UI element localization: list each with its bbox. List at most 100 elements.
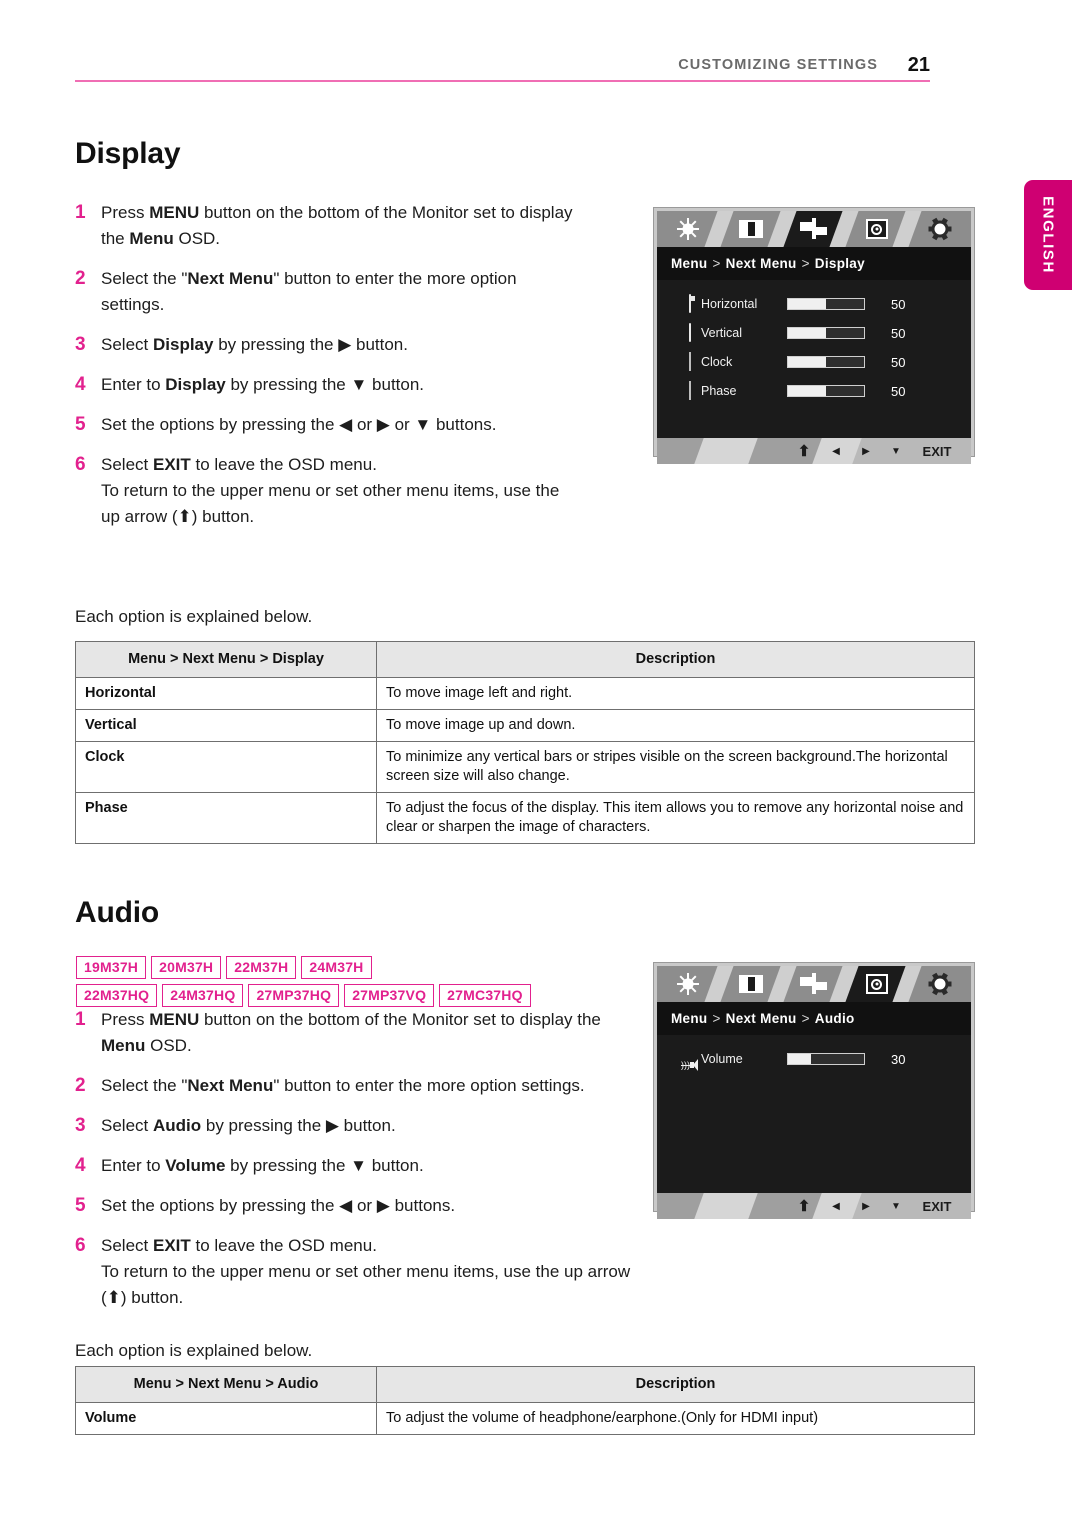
model-badge: 19M37H xyxy=(76,956,147,979)
osd-body: Horizontal 50 Vertical 50 Clock 50 Phase 50 xyxy=(657,280,971,438)
header-section-title: CUSTOMIZING SETTINGS xyxy=(678,57,878,73)
page-number: 21 xyxy=(907,54,930,76)
table-column-header: Menu > Next Menu > Display xyxy=(75,641,377,678)
osd-row-icon-wrap xyxy=(679,294,701,313)
osd-setting-row[interactable]: Vertical 50 xyxy=(657,321,971,345)
model-badge-row: 19M37H 20M37H 22M37H 24M37H xyxy=(76,956,531,979)
osd-slider-fill xyxy=(788,386,826,396)
step-number: 5 xyxy=(75,414,86,435)
step-text: Press MENU button on the bottom of the M… xyxy=(101,1010,601,1055)
table-cell-option: Clock xyxy=(75,741,377,793)
osd-down-button[interactable]: ▼ xyxy=(881,1201,911,1212)
osd-up-button[interactable]: ⬆ xyxy=(787,442,821,460)
contrast-icon xyxy=(739,975,764,993)
model-badge: 20M37H xyxy=(151,956,222,979)
osd-row-icon-wrap xyxy=(679,381,701,400)
step-number: 2 xyxy=(75,1075,86,1096)
audio-disc-icon xyxy=(865,974,888,994)
step-number: 6 xyxy=(75,1235,86,1256)
table-cell-description: To move image left and right. xyxy=(376,677,975,710)
table-cell-description: To minimize any vertical bars or stripes… xyxy=(376,741,975,793)
model-badge: 24M37H xyxy=(301,956,372,979)
osd-slider-track[interactable] xyxy=(787,356,865,368)
osd-row-label: Horizontal xyxy=(701,297,758,311)
osd-slider-fill xyxy=(788,328,826,338)
language-tab-english: ENGLISH xyxy=(1024,180,1072,290)
step-item: 6 Select EXIT to leave the OSD menu. To re… xyxy=(75,1233,635,1311)
model-badge: 27MC37HQ xyxy=(439,984,531,1007)
manual-page: CUSTOMIZING SETTINGS 21 ENGLISH Display … xyxy=(0,0,1080,1524)
step-item: 4 Enter to Volume by pressing the ▼ butto… xyxy=(75,1153,635,1179)
step-item: 1 Press MENU button on the bottom of the … xyxy=(75,200,575,252)
osd-slider-track[interactable] xyxy=(787,385,865,397)
header-rule xyxy=(75,80,930,82)
step-text: Enter to Volume by pressing the ▼ button… xyxy=(101,1156,424,1175)
step-item: 4 Enter to Display by pressing the ▼ butt… xyxy=(75,372,575,398)
osd-row-label: Phase xyxy=(701,384,737,398)
osd-tab-bar xyxy=(657,966,971,1002)
model-badge: 22M37HQ xyxy=(76,984,158,1007)
step-item: 2 Select the "Next Menu" button to enter … xyxy=(75,1073,635,1099)
osd-slider-track[interactable] xyxy=(787,327,865,339)
osd-setting-row[interactable]: Phase 50 xyxy=(657,379,971,403)
osd-setting-row[interactable]: Horizontal 50 xyxy=(657,292,971,316)
display-icon xyxy=(799,218,827,239)
osd-nav-buttons: ⬆ ◀ ▶ ▼ EXIT xyxy=(787,438,963,464)
breadcrumb-separator: > xyxy=(801,1011,810,1026)
osd-right-button[interactable]: ▶ xyxy=(851,446,881,457)
step-number: 3 xyxy=(75,1115,86,1136)
audio-osd-panel: Menu > Next Menu > Audio))) Volume 30 ⬆ ◀ ▶ ▼ EXIT xyxy=(653,962,975,1219)
osd-left-button[interactable]: ◀ xyxy=(821,446,851,457)
step-number: 2 xyxy=(75,268,86,289)
osd-row-label: Clock xyxy=(701,355,733,369)
table-cell-option: Horizontal xyxy=(75,677,377,710)
osd-tab-brightness[interactable] xyxy=(657,211,734,247)
table-column-header: Description xyxy=(376,1366,975,1403)
step-text: Select Display by pressing the ▶ button. xyxy=(101,335,408,354)
display-section-heading: Display xyxy=(75,137,181,170)
step-number: 1 xyxy=(75,202,86,223)
osd-left-button[interactable]: ◀ xyxy=(821,1201,851,1212)
step-text: Select EXIT to leave the OSD menu. To ret… xyxy=(101,455,560,526)
horizontal-icon xyxy=(689,294,691,313)
page-header: CUSTOMIZING SETTINGS 21 xyxy=(75,42,930,82)
osd-slider-track[interactable] xyxy=(787,298,865,310)
model-badge-group: 19M37H 20M37H 22M37H 24M37H 22M37HQ 24M37HQ 27… xyxy=(76,956,531,1012)
step-text: Set the options by pressing the ◀ or ▶ o… xyxy=(101,415,497,434)
osd-row-value: 50 xyxy=(891,325,906,341)
step-text: Select the "Next Menu" button to enter t… xyxy=(101,269,517,314)
osd-tab-brightness[interactable] xyxy=(657,966,734,1002)
language-tab-label: ENGLISH xyxy=(1039,196,1057,274)
step-item: 5 Set the options by pressing the ◀ or ▶ … xyxy=(75,1193,635,1219)
osd-slider-fill xyxy=(788,1054,811,1064)
breadcrumb-item: Menu xyxy=(671,256,708,271)
table-column-header: Description xyxy=(376,641,975,678)
table-row: Phase To adjust the focus of the display.… xyxy=(75,792,975,844)
osd-right-button[interactable]: ▶ xyxy=(851,1201,881,1212)
osd-up-button[interactable]: ⬆ xyxy=(787,1197,821,1215)
phase-icon xyxy=(689,381,691,400)
breadcrumb-item: Display xyxy=(814,256,865,271)
step-number: 6 xyxy=(75,454,86,475)
osd-row-label: Vertical xyxy=(701,326,742,340)
table-cell-option: Vertical xyxy=(75,709,377,742)
osd-exit-button[interactable]: EXIT xyxy=(911,444,963,459)
osd-row-value: 30 xyxy=(891,1051,906,1067)
display-icon xyxy=(799,973,827,994)
osd-tab-bar xyxy=(657,211,971,247)
osd-slider-track[interactable] xyxy=(787,1053,865,1065)
osd-breadcrumb: Menu > Next Menu > Display xyxy=(657,247,971,280)
osd-exit-button[interactable]: EXIT xyxy=(911,1199,963,1214)
table-column-header: Menu > Next Menu > Audio xyxy=(75,1366,377,1403)
vertical-icon xyxy=(689,323,691,342)
osd-setting-row[interactable]: Clock 50 xyxy=(657,350,971,374)
contrast-icon xyxy=(739,220,764,238)
osd-down-button[interactable]: ▼ xyxy=(881,446,911,457)
step-text: Set the options by pressing the ◀ or ▶ b… xyxy=(101,1196,456,1215)
osd-slider-fill xyxy=(788,299,826,309)
osd-slider-fill xyxy=(788,357,826,367)
display-osd-panel: Menu > Next Menu > Display Horizontal 50 Vertic… xyxy=(653,207,975,464)
osd-setting-row[interactable]: ))) Volume 30 xyxy=(657,1047,971,1071)
audio-section-heading: Audio xyxy=(75,896,159,929)
step-item: 3 Select Display by pressing the ▶ button… xyxy=(75,332,575,358)
